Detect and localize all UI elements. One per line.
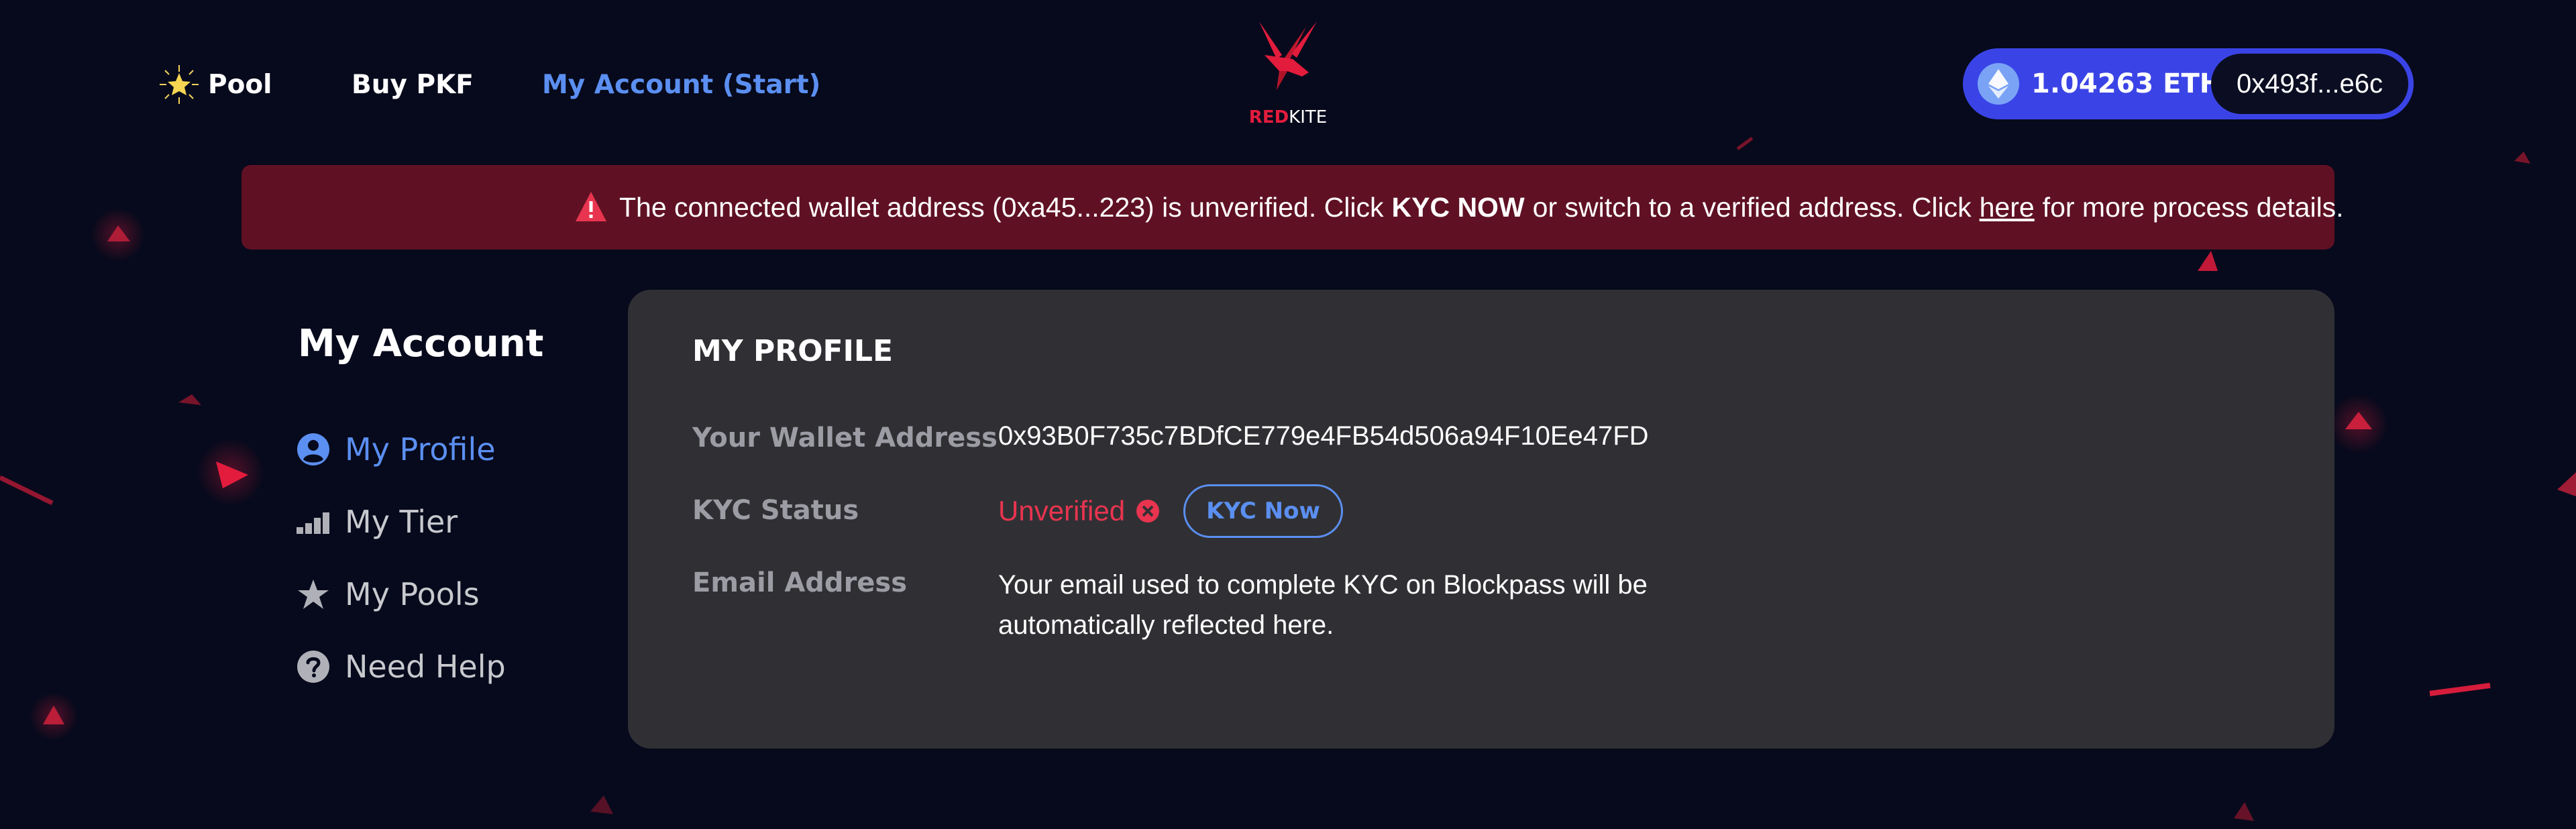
x-circle-icon xyxy=(1136,500,1160,522)
nav-buy-pkf-link[interactable]: Buy PKF xyxy=(352,63,474,106)
sidebar-item-label: My Profile xyxy=(345,431,496,467)
warning-triangle-icon xyxy=(576,192,606,221)
wallet-address-label: Your Wallet Address xyxy=(692,423,998,453)
kyc-status-text: Unverified xyxy=(998,495,1126,527)
nav-buy-label: Buy PKF xyxy=(352,69,474,100)
profile-card: MY PROFILE Your Wallet Address 0x93B0F73… xyxy=(628,290,2334,749)
page: Pool Buy PKF My Account (Start) REDKITE xyxy=(0,0,2576,829)
eth-balance: 1.04263 ETH xyxy=(2031,68,2222,99)
sidebar-title: My Account xyxy=(298,322,544,366)
ethereum-icon xyxy=(1978,63,2019,105)
nav-pool-label: Pool xyxy=(208,69,272,100)
sidebar-item-label: Need Help xyxy=(345,649,506,685)
logo-red-text: RED xyxy=(1248,107,1289,127)
alert-text-before: The connected wallet address (0xa45...22… xyxy=(619,191,1384,223)
sidebar-item-label: My Tier xyxy=(345,504,458,540)
logo-wordmark: REDKITE xyxy=(1244,107,1332,127)
wallet-pill[interactable]: 1.04263 ETH 0x493f...e6c xyxy=(1963,48,2414,119)
nav-my-account-link[interactable]: My Account (Start) xyxy=(542,63,820,106)
unverified-wallet-alert: The connected wallet address (0xa45...22… xyxy=(241,165,2344,250)
kyc-now-button[interactable]: KYC Now xyxy=(1183,484,1343,538)
sidebar-item-my-pools[interactable]: My Pools xyxy=(295,571,480,618)
sidebar-item-my-profile[interactable]: My Profile xyxy=(295,426,496,473)
profile-title: MY PROFILE xyxy=(692,334,894,368)
alert-kyc-now-text: KYC NOW xyxy=(1391,191,1525,223)
sparkle-star-icon xyxy=(160,65,199,104)
wallet-address-button[interactable]: 0x493f...e6c xyxy=(2211,54,2408,114)
kyc-status-value: Unverified xyxy=(998,491,1160,531)
kite-bird-icon xyxy=(1259,21,1317,90)
email-address-label: Email Address xyxy=(692,567,908,598)
alert-text-after: for more process details. xyxy=(2042,191,2344,223)
nav-pool-link[interactable]: Pool xyxy=(157,63,272,106)
user-circle-icon xyxy=(295,431,331,467)
sidebar-item-need-help[interactable]: Need Help xyxy=(295,643,506,690)
question-circle-icon xyxy=(295,649,331,685)
nav-account-label: My Account (Start) xyxy=(542,69,821,100)
star-icon xyxy=(295,576,331,612)
sidebar-item-my-tier[interactable]: My Tier xyxy=(295,498,458,545)
alert-here-link[interactable]: here xyxy=(1980,192,2035,223)
signal-bars-icon xyxy=(295,504,331,540)
wallet-address-value: 0x93B0F735c7BDfCE779e4FB54d506a94F10Ee47… xyxy=(998,421,1649,451)
sidebar-item-label: My Pools xyxy=(345,576,480,612)
redkite-logo[interactable]: REDKITE xyxy=(1244,15,1332,129)
alert-text-middle: or switch to a verified address. Click xyxy=(1532,191,1972,223)
email-address-value: Your email used to complete KYC on Block… xyxy=(998,570,1648,640)
top-nav: Pool Buy PKF My Account (Start) REDKITE xyxy=(0,0,2576,141)
kyc-status-label: KYC Status xyxy=(692,495,859,526)
alert-message: The connected wallet address (0xa45...22… xyxy=(619,165,2344,250)
logo-kite-text: KITE xyxy=(1289,107,1328,127)
